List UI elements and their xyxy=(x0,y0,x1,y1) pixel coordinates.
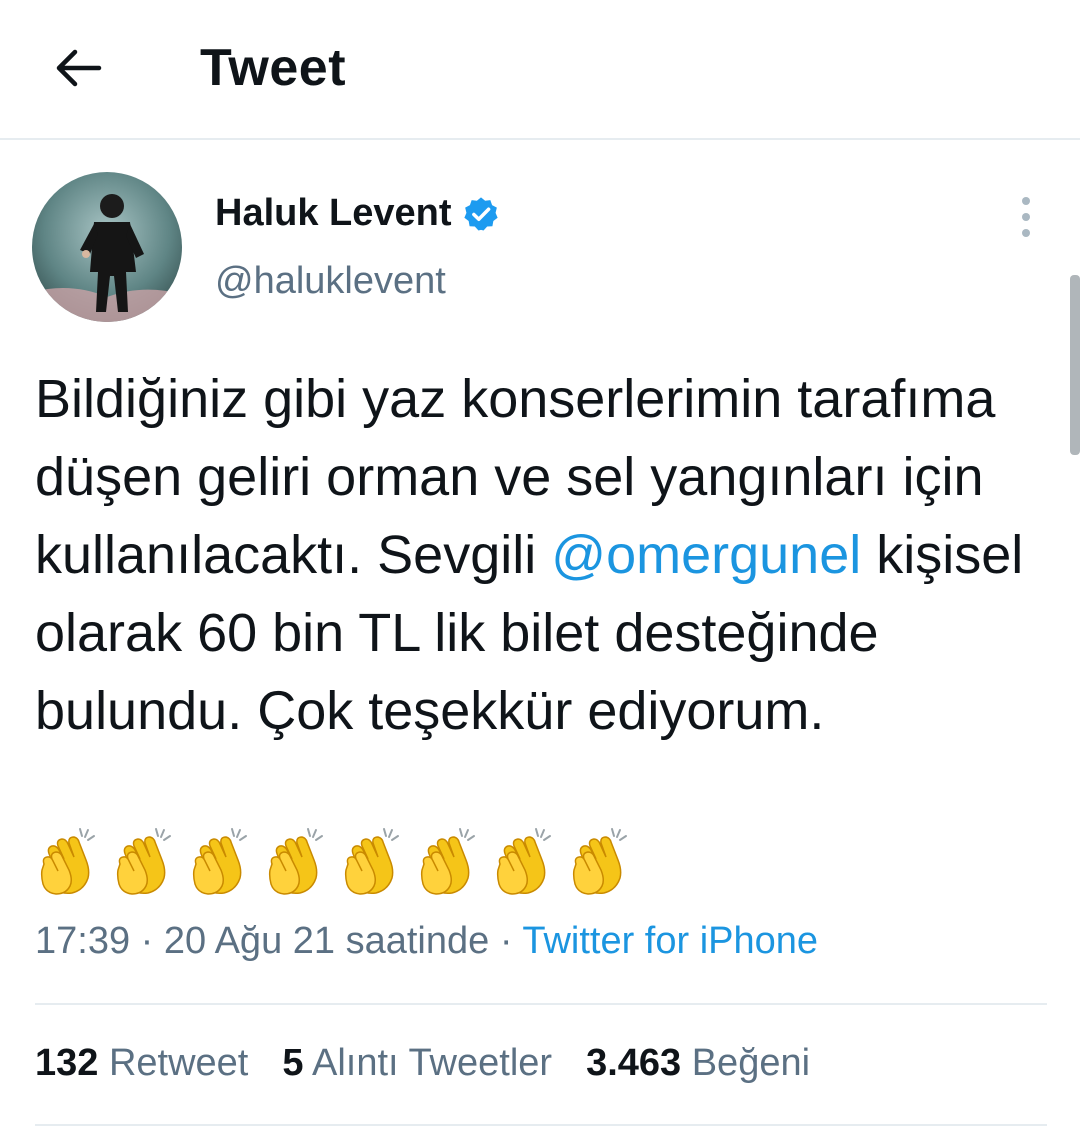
page-title: Tweet xyxy=(200,39,347,97)
more-vertical-icon xyxy=(1022,197,1030,237)
author-name: Haluk Levent xyxy=(215,192,452,234)
divider xyxy=(35,1003,1047,1005)
clapping-hands-icon xyxy=(492,826,558,898)
quotes-stat[interactable]: 5 Alıntı Tweetler xyxy=(282,1042,552,1085)
clapping-hands-icon xyxy=(36,826,102,898)
avatar-image xyxy=(32,172,182,322)
likes-stat[interactable]: 3.463 Beğeni xyxy=(586,1042,810,1085)
retweets-stat[interactable]: 132 Retweet xyxy=(35,1042,248,1085)
clapping-hands-icon xyxy=(188,826,254,898)
quotes-label: Alıntı Tweetler xyxy=(303,1042,553,1084)
mention-link[interactable]: @omergunel xyxy=(551,525,861,585)
clapping-hands-icon xyxy=(112,826,178,898)
avatar[interactable] xyxy=(32,172,182,322)
tweet-text: Bildiğiniz gibi yaz konserlerimin tarafı… xyxy=(35,360,1045,750)
clapping-hands-icon xyxy=(340,826,406,898)
author-handle[interactable]: @haluklevent xyxy=(215,260,446,303)
likes-count: 3.463 xyxy=(586,1042,682,1084)
retweets-label: Retweet xyxy=(98,1042,249,1084)
author-name-row[interactable]: Haluk Levent xyxy=(215,192,500,235)
more-options-button[interactable] xyxy=(1006,192,1046,242)
verified-badge-icon xyxy=(463,196,498,230)
arrow-left-icon xyxy=(56,49,102,87)
back-button[interactable] xyxy=(48,38,108,98)
clapping-hands-icon xyxy=(416,826,482,898)
engagement-stats: 132 Retweet 5 Alıntı Tweetler 3.463 Beğe… xyxy=(35,1042,810,1085)
quotes-count: 5 xyxy=(282,1042,304,1084)
likes-label: Beğeni xyxy=(681,1042,811,1084)
retweets-count: 132 xyxy=(35,1042,99,1084)
source-link[interactable]: Twitter for iPhone xyxy=(522,920,818,962)
top-bar: Tweet xyxy=(0,0,1080,140)
divider xyxy=(35,1124,1047,1126)
timestamp[interactable]: 17:39 · 20 Ağu 21 saatinde · xyxy=(35,920,522,962)
clapping-hands-icon xyxy=(568,826,634,898)
clapping-hands-icon xyxy=(264,826,330,898)
emoji-row xyxy=(36,826,634,902)
scrollbar[interactable] xyxy=(1070,275,1080,455)
tweet-meta: 17:39 · 20 Ağu 21 saatinde · Twitter for… xyxy=(35,920,818,963)
